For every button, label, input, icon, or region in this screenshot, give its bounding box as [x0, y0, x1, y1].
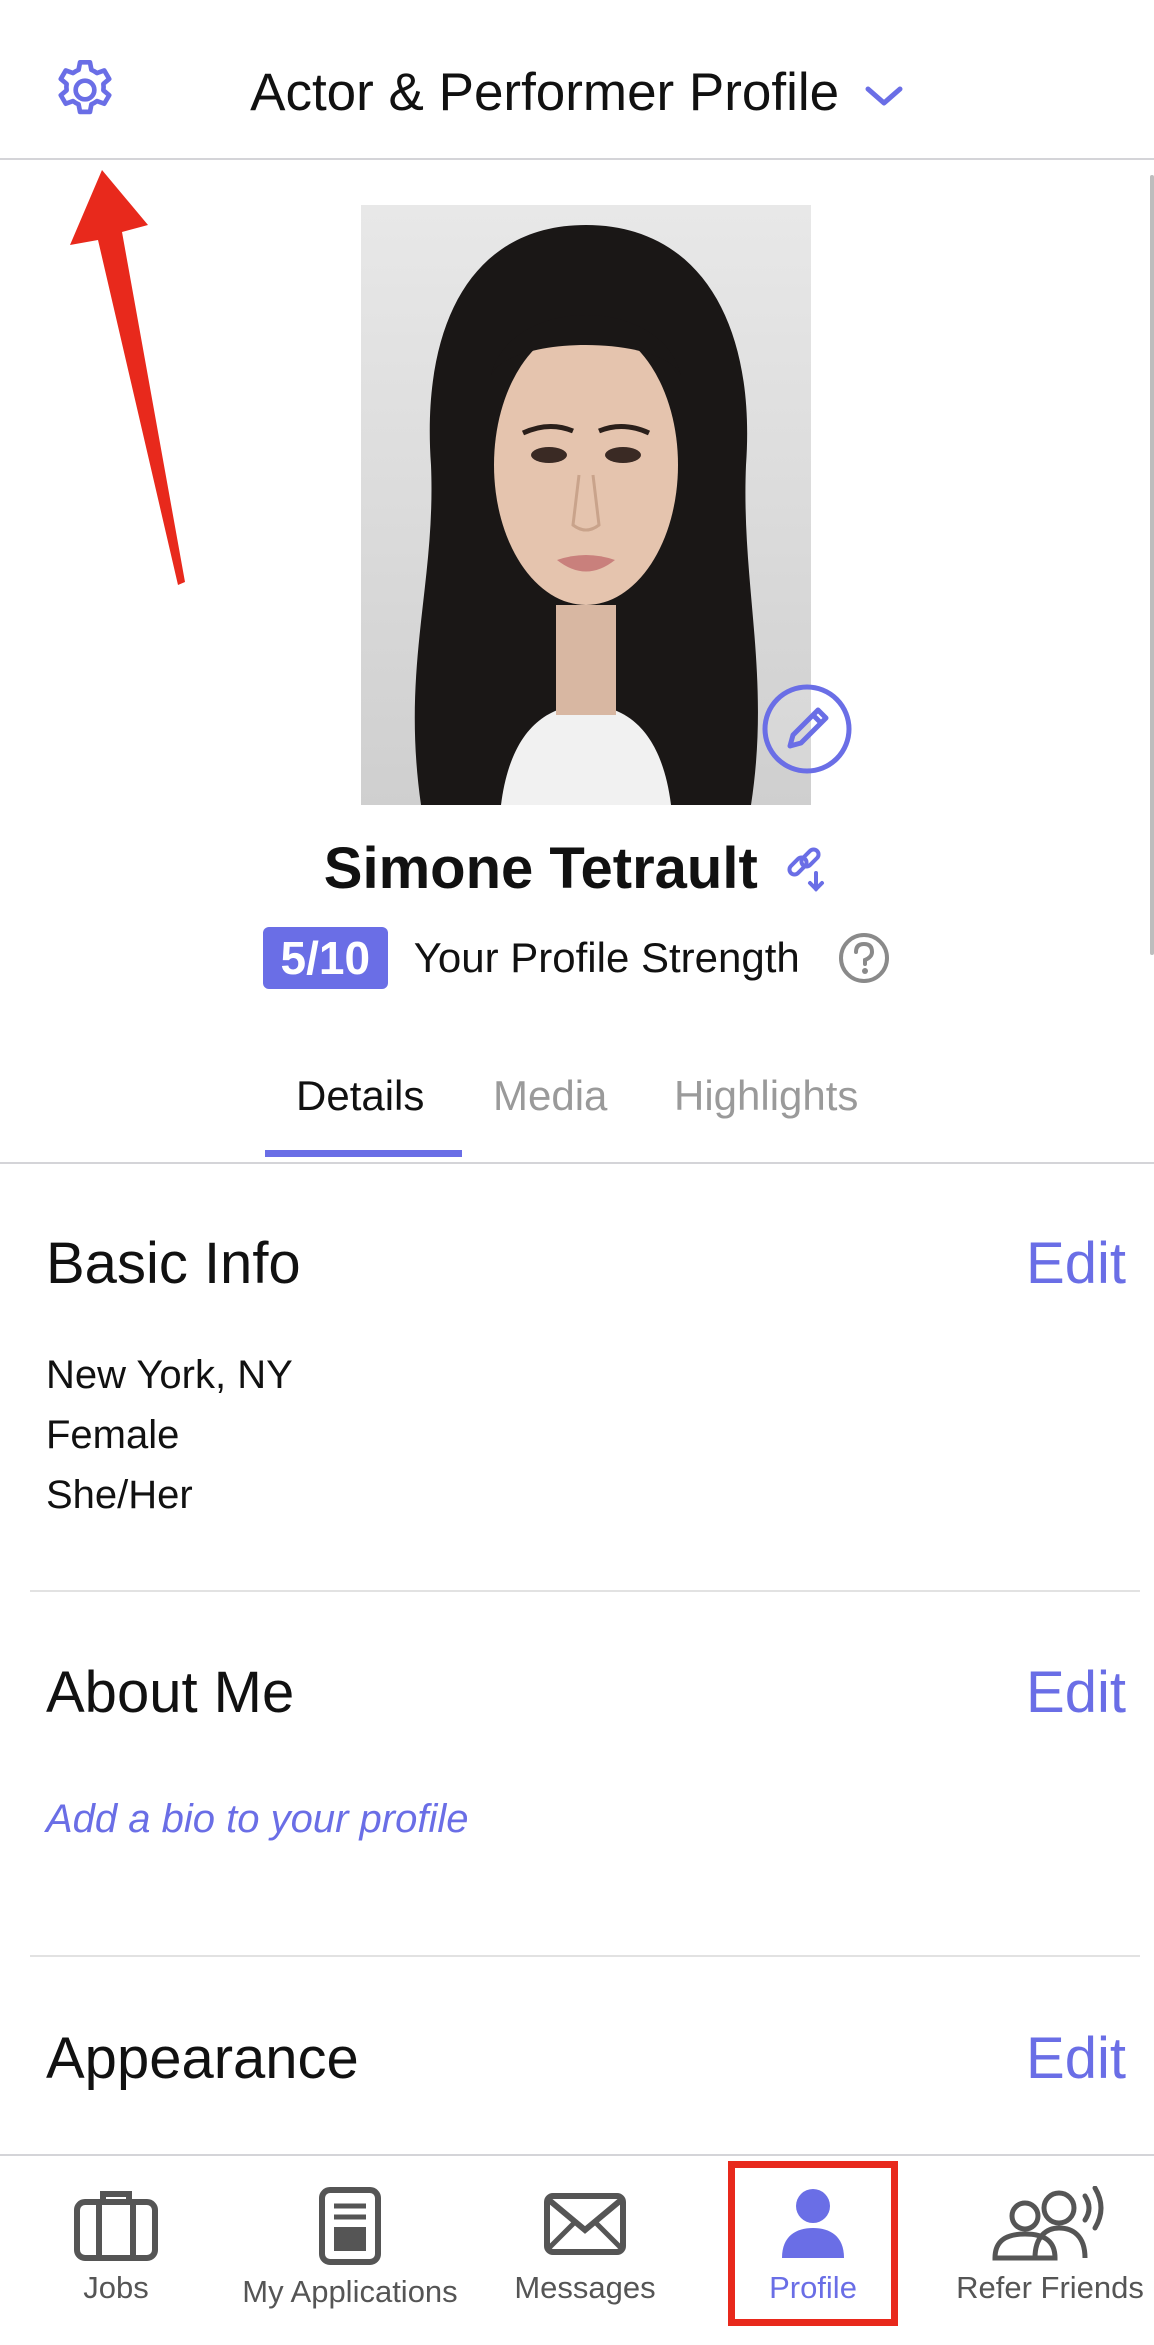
envelope-icon — [544, 2193, 626, 2255]
appearance-edit-button[interactable]: Edit — [1026, 2025, 1126, 2092]
annotation-arrow — [70, 170, 185, 585]
about-me-edit-button[interactable]: Edit — [1026, 1659, 1126, 1726]
nav-messages[interactable]: Messages — [500, 2156, 670, 2306]
chevron-down-icon — [865, 86, 903, 106]
profile-tabs: Details Media Highlights — [0, 1040, 1154, 1164]
pronouns-text: She/Her — [46, 1473, 193, 1517]
section-divider — [30, 1590, 1140, 1592]
profile-strength-row: 5/10 Your Profile Strength — [0, 927, 1154, 989]
tab-highlights[interactable]: Highlights — [674, 1072, 858, 1120]
nav-refer-friends[interactable]: Refer Friends — [950, 2156, 1150, 2306]
profile-photo — [361, 205, 811, 805]
nav-my-applications-label: My Applications — [242, 2274, 458, 2309]
briefcase-icon — [74, 2191, 158, 2261]
gender-text: Female — [46, 1413, 180, 1457]
profile-strength-badge: 5/10 — [262, 927, 389, 989]
basic-info-edit-button[interactable]: Edit — [1026, 1230, 1126, 1297]
annotation-highlight-box — [728, 2161, 898, 2326]
tab-details[interactable]: Details — [296, 1072, 424, 1120]
nav-jobs-label: Jobs — [83, 2270, 149, 2305]
help-question-icon[interactable] — [837, 931, 891, 985]
nav-my-applications[interactable]: My Applications — [235, 2156, 465, 2310]
applications-icon — [319, 2187, 381, 2265]
nav-messages-label: Messages — [514, 2270, 656, 2305]
profile-strength-label: Your Profile Strength — [413, 934, 800, 981]
add-bio-link[interactable]: Add a bio to your profile — [46, 1797, 468, 1842]
basic-info-details: New York, NY Female She/Her — [46, 1345, 293, 1525]
edit-photo-icon[interactable] — [760, 682, 854, 776]
appearance-title: Appearance — [46, 2026, 359, 2091]
bottom-navigation: Jobs My Applications Messages Profile Re… — [0, 2154, 1154, 2345]
profile-type-dropdown[interactable]: Actor & Performer Profile — [0, 62, 1154, 123]
profile-name: Simone Tetrault — [323, 836, 758, 901]
active-tab-indicator — [265, 1150, 462, 1157]
refer-friends-icon — [992, 2186, 1104, 2261]
nav-jobs[interactable]: Jobs — [40, 2156, 192, 2306]
section-divider — [30, 1955, 1140, 1957]
basic-info-title: Basic Info — [46, 1231, 301, 1296]
about-me-title: About Me — [46, 1660, 295, 1725]
share-link-icon[interactable] — [782, 845, 830, 893]
header-title: Actor & Performer Profile — [250, 63, 840, 122]
nav-refer-friends-label: Refer Friends — [956, 2270, 1144, 2305]
location-text: New York, NY — [46, 1353, 293, 1397]
profile-name-row: Simone Tetrault — [0, 835, 1154, 902]
tab-media[interactable]: Media — [493, 1072, 607, 1120]
